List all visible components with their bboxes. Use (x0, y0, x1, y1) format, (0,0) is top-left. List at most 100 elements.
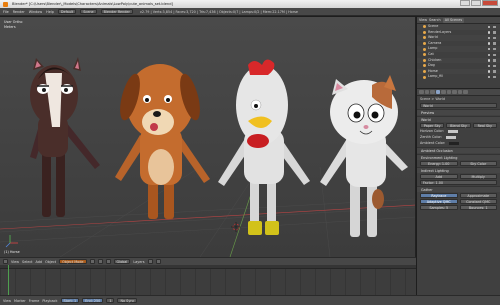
render-icon[interactable] (493, 47, 496, 51)
editor-type-icon[interactable] (3, 259, 8, 264)
constant-qmc-toggle[interactable]: Constant QMC (459, 199, 497, 204)
scene-selector[interactable]: Scene (80, 8, 97, 15)
render-icon[interactable] (493, 70, 496, 73)
add-toggle[interactable]: Add (420, 174, 458, 179)
snap-icon[interactable] (147, 259, 153, 264)
horizon-color-swatch[interactable] (447, 129, 458, 134)
menu-render[interactable]: Render (13, 10, 25, 14)
outliner-filter-selector[interactable]: All Scenes (442, 17, 465, 23)
texture-tab-icon[interactable] (457, 89, 462, 95)
render-icon[interactable] (493, 64, 496, 68)
timeline-area[interactable] (0, 265, 416, 295)
visibility-icon[interactable] (487, 42, 490, 45)
factor-field[interactable]: Factor: 1.00 (420, 180, 497, 185)
outliner-search-menu[interactable]: Search (429, 18, 441, 22)
timeline-playback-menu[interactable]: Playback (42, 299, 57, 303)
gather-panel-header[interactable]: Gather (417, 186, 500, 192)
3d-viewport[interactable]: User Ortho Meters (1) Horse (0, 17, 416, 257)
indirect-lighting-panel-header[interactable]: Indirect Lighting (417, 167, 500, 173)
render-icon[interactable] (493, 75, 496, 79)
physics-tab-icon[interactable] (463, 89, 468, 95)
select-menu[interactable]: Select (22, 260, 32, 264)
timeline-marker-menu[interactable]: Marker (14, 299, 26, 303)
mesh-icon (423, 53, 426, 57)
modifier-tab-icon[interactable] (446, 89, 451, 95)
layout-selector[interactable]: Default (57, 8, 77, 15)
multiply-toggle[interactable]: Multiply (459, 174, 497, 179)
playhead[interactable] (8, 265, 9, 295)
end-frame-field[interactable]: End: 250 (82, 297, 104, 304)
dog-model[interactable] (115, 64, 210, 219)
maximize-button[interactable] (471, 0, 481, 6)
3d-cursor[interactable] (231, 222, 241, 232)
sky-color-selector[interactable]: Sky Color (459, 161, 497, 166)
world-panel-header[interactable]: World (417, 116, 500, 122)
visibility-icon[interactable] (487, 47, 490, 51)
outliner-view-menu[interactable]: View (419, 18, 427, 22)
samples-field[interactable]: Samples: 5 (420, 205, 458, 210)
cat-model[interactable] (320, 75, 408, 237)
env-lighting-panel-header[interactable]: Environment Lighting (417, 154, 500, 160)
paper-sky-toggle[interactable]: Paper Sky (420, 123, 445, 128)
approximate-toggle[interactable]: Approximate (459, 193, 497, 198)
chicken-model[interactable] (218, 59, 310, 235)
view-menu[interactable]: View (11, 260, 19, 264)
render-icon[interactable] (493, 59, 496, 62)
shading-icon[interactable] (89, 259, 95, 264)
visibility-icon[interactable] (487, 75, 490, 79)
render-engine-selector[interactable]: Blender Render (100, 8, 133, 15)
render-icon[interactable] (493, 25, 496, 29)
object-tab-icon[interactable] (441, 89, 446, 95)
zenith-color-swatch[interactable] (446, 135, 456, 140)
timeline-header: View Marker Frame Playback Start: 1 End:… (0, 295, 500, 305)
raytrace-toggle[interactable]: Raytrace (420, 193, 458, 198)
manipulator-icon[interactable] (105, 259, 111, 264)
menu-help[interactable]: Help (46, 10, 54, 14)
render-icon[interactable] (493, 36, 496, 40)
object-menu[interactable]: Object (45, 260, 56, 264)
pivot-icon[interactable] (97, 259, 103, 264)
world-tab-icon[interactable] (435, 89, 440, 95)
render-preview-icon[interactable] (155, 259, 161, 264)
preview-panel-header[interactable]: Preview (417, 109, 500, 115)
renderlayer-icon (423, 30, 426, 34)
start-frame-field[interactable]: Start: 1 (60, 297, 80, 304)
render-icon[interactable] (493, 42, 496, 45)
blend-sky-toggle[interactable]: Blend Sky (446, 123, 471, 128)
orientation-selector[interactable]: Global (113, 258, 131, 265)
close-window-button[interactable] (482, 0, 498, 6)
layers-tab-icon[interactable] (424, 89, 429, 95)
render-icon[interactable] (493, 53, 496, 57)
menu-file[interactable]: File (3, 10, 9, 14)
visibility-icon[interactable] (487, 36, 490, 40)
current-frame-field[interactable]: 1 (106, 297, 115, 304)
visibility-icon[interactable] (487, 53, 490, 57)
outliner-item[interactable]: Lamp_fill (417, 74, 500, 80)
visibility-icon[interactable] (487, 70, 490, 73)
minimize-button[interactable] (460, 0, 470, 6)
visibility-icon[interactable] (487, 25, 490, 29)
sampling-values: Samples: 5 Bounces: 1 (420, 205, 497, 210)
timeline-view-menu[interactable]: View (3, 299, 11, 303)
timeline-frame-menu[interactable]: Frame (29, 299, 40, 303)
world-name-field[interactable]: World (420, 103, 497, 108)
horse-model[interactable] (30, 57, 100, 217)
energy-field[interactable]: Energy: 1.00 (420, 161, 458, 166)
ao-panel-header[interactable]: Ambient Occlusion (417, 147, 500, 153)
material-tab-icon[interactable] (452, 89, 457, 95)
add-menu[interactable]: Add (36, 260, 43, 264)
visibility-icon[interactable] (487, 59, 490, 62)
bounces-field[interactable]: Bounces: 1 (459, 205, 497, 210)
adaptive-qmc-toggle[interactable]: Adaptive QMC (420, 199, 458, 204)
render-tab-icon[interactable] (419, 89, 424, 95)
visibility-icon[interactable] (487, 31, 490, 34)
visibility-icon[interactable] (487, 64, 490, 68)
render-icon[interactable] (493, 31, 496, 34)
real-sky-toggle[interactable]: Real Sky (472, 123, 497, 128)
ambient-color-swatch[interactable] (449, 141, 460, 146)
layers-label: Layers (133, 259, 145, 264)
sync-selector[interactable]: No Sync (117, 297, 138, 304)
mode-selector[interactable]: Object Mode (59, 258, 87, 265)
scene-tab-icon[interactable] (430, 89, 435, 95)
menu-window[interactable]: Window (29, 10, 42, 14)
